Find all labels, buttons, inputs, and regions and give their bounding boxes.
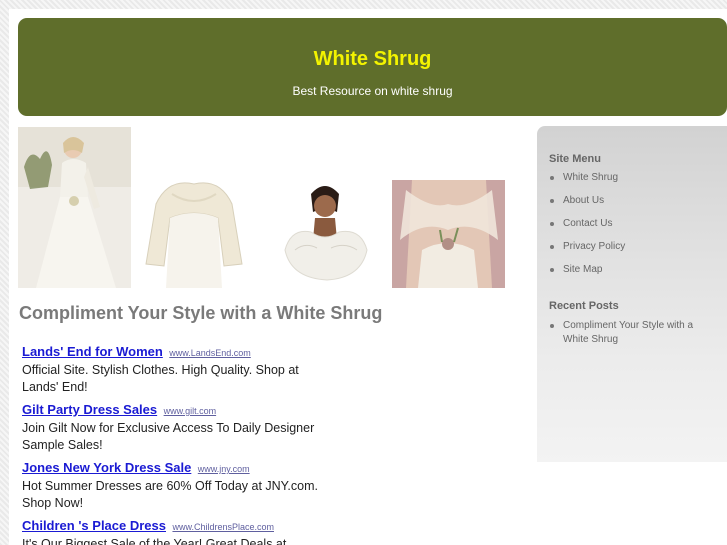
menu-item-label: White Shrug xyxy=(563,172,619,183)
ad-description: It's Our Biggest Sale of the Year! Great… xyxy=(22,537,287,545)
ad-item: Jones New York Dress Sale www.jny.com Ho… xyxy=(22,459,322,512)
bullet-icon xyxy=(550,222,554,226)
site-tagline: Best Resource on white shrug xyxy=(292,84,453,98)
site-menu-heading: Site Menu xyxy=(549,153,601,165)
fur-wrap-photo xyxy=(271,180,381,288)
lace-shrug-photo xyxy=(392,180,505,288)
site-menu-list: White Shrug About Us Contact Us Privacy … xyxy=(549,171,719,277)
menu-item-label: Privacy Policy xyxy=(563,241,626,252)
recent-post-item[interactable]: Compliment Your Style with a White Shrug xyxy=(549,319,719,347)
bullet-icon xyxy=(550,176,554,180)
shrug-photo-1 xyxy=(138,174,250,288)
bullet-icon xyxy=(550,245,554,249)
bride-photo xyxy=(18,127,131,288)
bullet-icon xyxy=(550,199,554,203)
photo-strip xyxy=(18,127,508,289)
bullet-icon xyxy=(550,268,554,272)
menu-item-label: About Us xyxy=(563,195,605,206)
menu-item-white-shrug[interactable]: White Shrug xyxy=(549,171,719,185)
ad-title-link[interactable]: Children 's Place Dress xyxy=(22,518,166,533)
ad-list: Lands' End for Women www.LandsEnd.com Of… xyxy=(22,343,322,545)
page-container: White Shrug Best Resource on white shrug xyxy=(9,9,727,545)
recent-post-label: Compliment Your Style with a White Shrug xyxy=(563,320,694,345)
menu-item-about-us[interactable]: About Us xyxy=(549,194,719,208)
sidebar: Site Menu White Shrug About Us Contact U… xyxy=(537,126,727,462)
ad-title-link[interactable]: Lands' End for Women xyxy=(22,344,163,359)
menu-item-label: Site Map xyxy=(563,264,603,275)
ad-item: Lands' End for Women www.LandsEnd.com Of… xyxy=(22,343,322,396)
ad-domain-link[interactable]: www.ChildrensPlace.com xyxy=(172,522,274,532)
ad-description: Official Site. Stylish Clothes. High Qua… xyxy=(22,363,299,394)
site-title[interactable]: White Shrug xyxy=(18,48,727,71)
bullet-icon xyxy=(550,324,554,328)
menu-item-label: Contact Us xyxy=(563,218,613,229)
ad-description: Hot Summer Dresses are 60% Off Today at … xyxy=(22,479,318,510)
site-header: White Shrug Best Resource on white shrug xyxy=(18,18,727,116)
menu-item-privacy-policy[interactable]: Privacy Policy xyxy=(549,240,719,254)
ad-domain-link[interactable]: www.gilt.com xyxy=(164,406,217,416)
ad-item: Gilt Party Dress Sales www.gilt.com Join… xyxy=(22,401,322,454)
ad-title-link[interactable]: Jones New York Dress Sale xyxy=(22,460,191,475)
ad-title-link[interactable]: Gilt Party Dress Sales xyxy=(22,402,157,417)
page-heading: Compliment Your Style with a White Shrug xyxy=(19,303,383,323)
recent-posts-heading: Recent Posts xyxy=(549,300,619,312)
menu-item-contact-us[interactable]: Contact Us xyxy=(549,217,719,231)
menu-item-site-map[interactable]: Site Map xyxy=(549,263,719,277)
ad-item: Children 's Place Dress www.ChildrensPla… xyxy=(22,517,322,545)
ad-domain-link[interactable]: www.LandsEnd.com xyxy=(169,348,251,358)
ad-domain-link[interactable]: www.jny.com xyxy=(198,464,250,474)
ad-description: Join Gilt Now for Exclusive Access To Da… xyxy=(22,421,315,452)
recent-posts-list: Compliment Your Style with a White Shrug xyxy=(549,319,719,347)
